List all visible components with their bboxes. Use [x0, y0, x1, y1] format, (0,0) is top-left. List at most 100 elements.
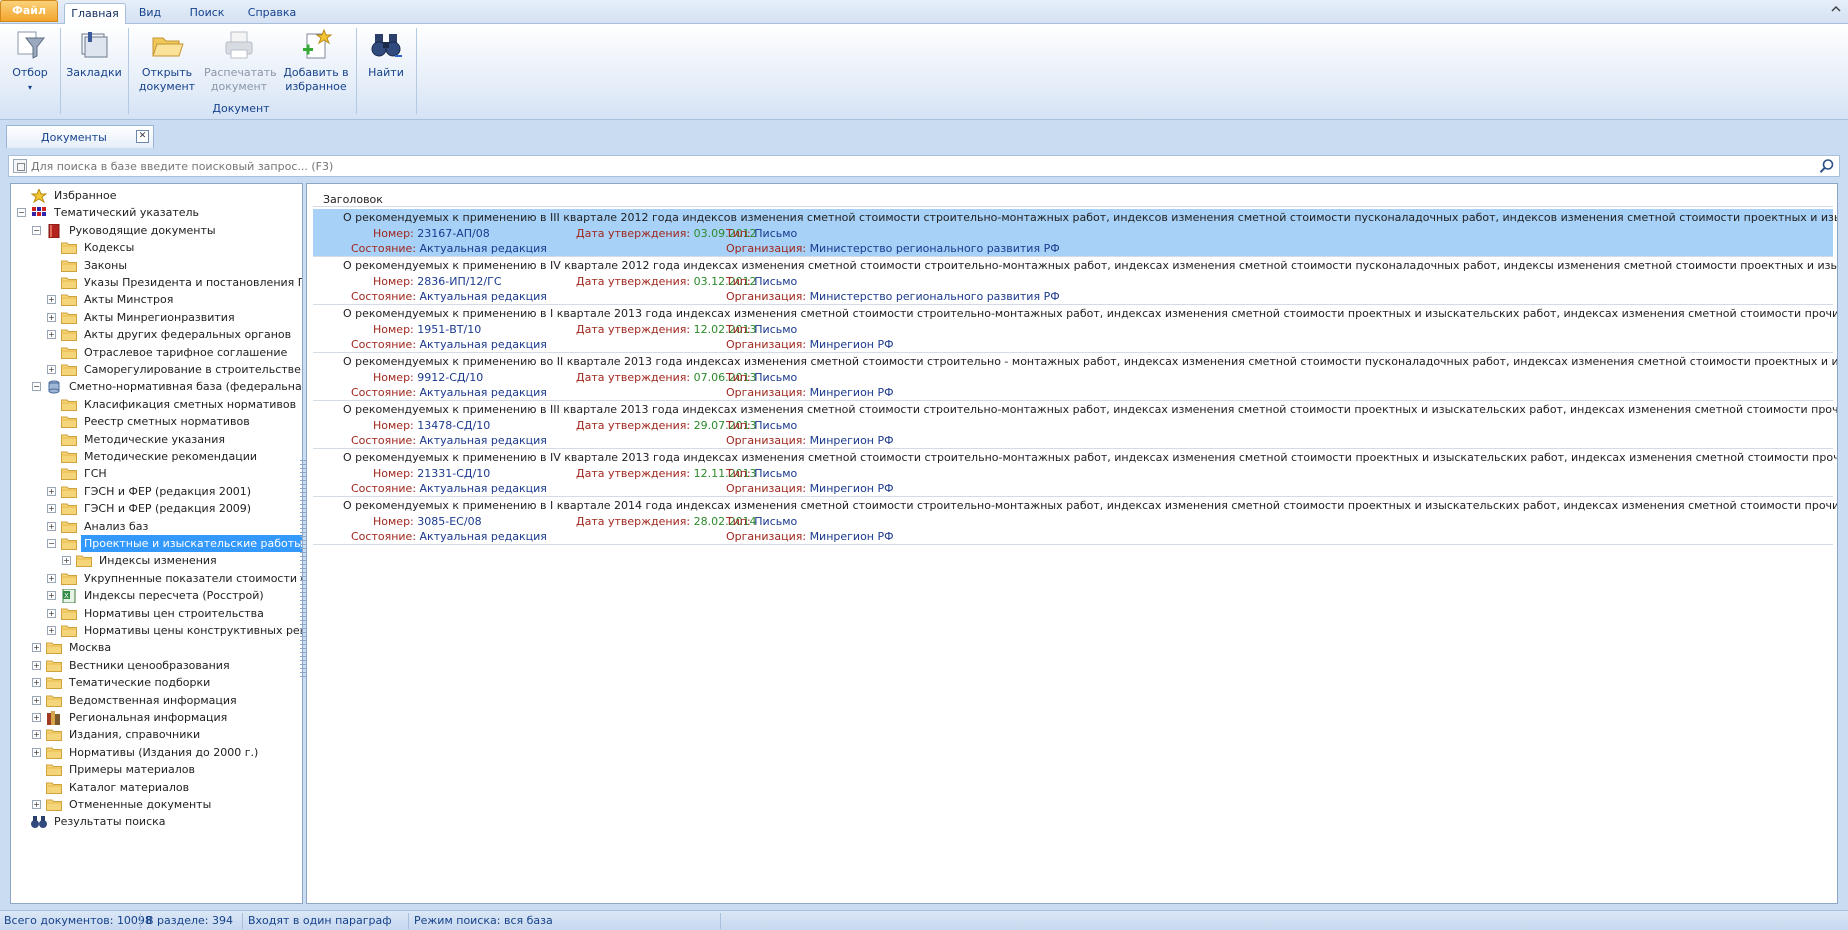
- add-to-favorites-button[interactable]: Добавить в избранное: [282, 28, 350, 94]
- tree-item[interactable]: + X Индексы пересчета (Росстрой): [47, 587, 302, 604]
- tree-item[interactable]: Кодексы: [47, 239, 302, 256]
- document-state: Состояние: Актуальная редакция: [351, 386, 547, 399]
- tree-item[interactable]: − Сметно-нормативная база (федеральная): [32, 378, 302, 395]
- filter-button[interactable]: Отбор ▾: [6, 28, 54, 95]
- tree-item[interactable]: + Индексы изменения: [62, 552, 302, 569]
- tree-item[interactable]: + Вестники ценообразования: [32, 657, 302, 674]
- expand-icon[interactable]: +: [47, 312, 56, 322]
- tree-item[interactable]: + Отмененные документы: [32, 796, 302, 813]
- table-row[interactable]: О рекомендуемых к применению во II кварт…: [313, 353, 1837, 401]
- expand-icon[interactable]: +: [32, 660, 41, 670]
- tree-item[interactable]: − Руководящие документы: [32, 222, 302, 239]
- tree-item[interactable]: Отраслевое тарифное соглашение: [47, 344, 302, 361]
- expand-icon[interactable]: +: [47, 626, 56, 635]
- tree-item[interactable]: Каталог материалов: [32, 779, 302, 796]
- open-document-button[interactable]: Открыть документ: [136, 28, 198, 94]
- tree-item[interactable]: Методические рекомендации: [47, 448, 302, 465]
- collapse-icon[interactable]: −: [47, 539, 56, 548]
- file-menu-button[interactable]: Файл: [0, 0, 58, 22]
- tree-item[interactable]: + Москва: [32, 639, 302, 656]
- tree-item[interactable]: Класификация сметных нормативов: [47, 396, 302, 413]
- tree-item[interactable]: + Акты Минрегионразвития: [47, 309, 302, 326]
- tree-item[interactable]: + Саморегулирование в строительстве: [47, 361, 302, 378]
- expand-icon[interactable]: +: [47, 486, 56, 496]
- table-row[interactable]: О рекомендуемых к применению в I квартал…: [313, 497, 1837, 545]
- tree-item[interactable]: Избранное: [17, 187, 297, 204]
- collapse-icon[interactable]: −: [32, 382, 41, 392]
- tree-item-label: Каталог материалов: [69, 780, 190, 794]
- tree-item[interactable]: + Нормативы цены конструктивных решени: [47, 622, 302, 639]
- table-row[interactable]: О рекомендуемых к применению в IV кварта…: [313, 449, 1837, 497]
- table-row[interactable]: О рекомендуемых к применению в III кварт…: [313, 401, 1837, 449]
- tree-item[interactable]: + Акты других федеральных органов: [47, 326, 302, 343]
- expand-icon[interactable]: +: [32, 643, 41, 653]
- tree-item[interactable]: Указы Президента и постановления Прави: [47, 274, 302, 291]
- expand-icon[interactable]: +: [32, 730, 41, 740]
- tree-item[interactable]: + Нормативы (Издания до 2000 г.): [32, 744, 302, 761]
- tree-item[interactable]: Методические указания: [47, 431, 302, 448]
- number-value: 3085-ЕС/08: [417, 515, 482, 528]
- tree-item[interactable]: + Ведомственная информация: [32, 692, 302, 709]
- expand-icon[interactable]: +: [47, 295, 56, 305]
- expand-icon[interactable]: +: [47, 330, 56, 340]
- number-label: Номер:: [373, 467, 414, 480]
- tab-view[interactable]: Вид: [130, 3, 170, 24]
- tree-item[interactable]: + Региональная информация: [32, 709, 302, 726]
- tree-item[interactable]: + Анализ баз: [47, 518, 302, 535]
- tab-help[interactable]: Справка: [240, 3, 304, 24]
- tree-item-label: Вестники ценообразования: [69, 658, 230, 672]
- tab-documents[interactable]: Документы ✕: [6, 125, 154, 148]
- expand-icon[interactable]: +: [47, 591, 56, 601]
- expand-icon[interactable]: +: [32, 713, 41, 722]
- help-icon[interactable]: [1828, 2, 1844, 18]
- bookmarks-button[interactable]: Закладки: [64, 28, 124, 80]
- tree-item[interactable]: ГСН: [47, 465, 302, 482]
- tree-item[interactable]: Результаты поиска: [17, 813, 297, 830]
- close-icon[interactable]: ✕: [136, 130, 149, 143]
- search-icon[interactable]: [1819, 158, 1835, 174]
- folder-icon: [61, 328, 77, 342]
- tree-item[interactable]: Законы: [47, 257, 302, 274]
- document-number: Номер: 1951-ВТ/10: [373, 323, 481, 336]
- column-header-title[interactable]: Заголовок: [313, 187, 1833, 207]
- table-row[interactable]: О рекомендуемых к применению в I квартал…: [313, 305, 1837, 353]
- expand-icon[interactable]: +: [47, 365, 56, 374]
- tree-item[interactable]: + ГЭСН и ФЕР (редакция 2001): [47, 483, 302, 500]
- tree-item[interactable]: − Проектные и изыскательские работы: [47, 535, 302, 552]
- book-icon: [46, 223, 62, 239]
- table-row[interactable]: О рекомендуемых к применению в III кварт…: [313, 209, 1837, 257]
- tree-item[interactable]: Реестр сметных нормативов: [47, 413, 302, 430]
- table-row[interactable]: О рекомендуемых к применению в IV кварта…: [313, 257, 1837, 305]
- tab-search[interactable]: Поиск: [180, 3, 234, 24]
- expand-icon[interactable]: +: [32, 678, 41, 688]
- collapse-icon[interactable]: −: [32, 225, 41, 235]
- tree-item[interactable]: − Тематический указатель: [17, 204, 297, 221]
- expand-icon[interactable]: +: [32, 695, 41, 705]
- tree-item[interactable]: + Акты Минстроя: [47, 291, 302, 308]
- tree-item[interactable]: + Укрупненные показатели стоимости стро: [47, 570, 302, 587]
- collapse-icon[interactable]: −: [17, 208, 26, 218]
- type-value: Письмо: [754, 323, 798, 336]
- search-input[interactable]: [31, 158, 1811, 174]
- tree-item[interactable]: + ГЭСН и ФЕР (редакция 2009): [47, 500, 302, 517]
- tree-item[interactable]: Примеры материалов: [32, 761, 302, 778]
- folder-icon: [46, 781, 62, 794]
- tab-home[interactable]: Главная: [64, 3, 126, 24]
- date-label: Дата утверждения:: [576, 419, 691, 432]
- expand-icon[interactable]: +: [32, 800, 41, 809]
- expand-icon[interactable]: +: [47, 521, 56, 531]
- tree-item[interactable]: + Издания, справочники: [32, 726, 302, 743]
- expand-icon[interactable]: +: [62, 556, 71, 566]
- org-value: Минрегион РФ: [809, 434, 894, 447]
- tree-item[interactable]: + Нормативы цен строительства: [47, 605, 302, 622]
- search-options-icon[interactable]: [13, 159, 27, 173]
- print-document-button[interactable]: Распечатать документ: [204, 28, 277, 94]
- org-value: Минрегион РФ: [809, 386, 894, 399]
- expand-icon[interactable]: +: [47, 608, 56, 618]
- type-label: Тип:: [726, 371, 751, 384]
- find-button[interactable]: Найти: [362, 28, 410, 80]
- expand-icon[interactable]: +: [32, 747, 41, 757]
- expand-icon[interactable]: +: [47, 573, 56, 583]
- tree-item[interactable]: + Тематические подборки: [32, 674, 302, 691]
- expand-icon[interactable]: +: [47, 504, 56, 514]
